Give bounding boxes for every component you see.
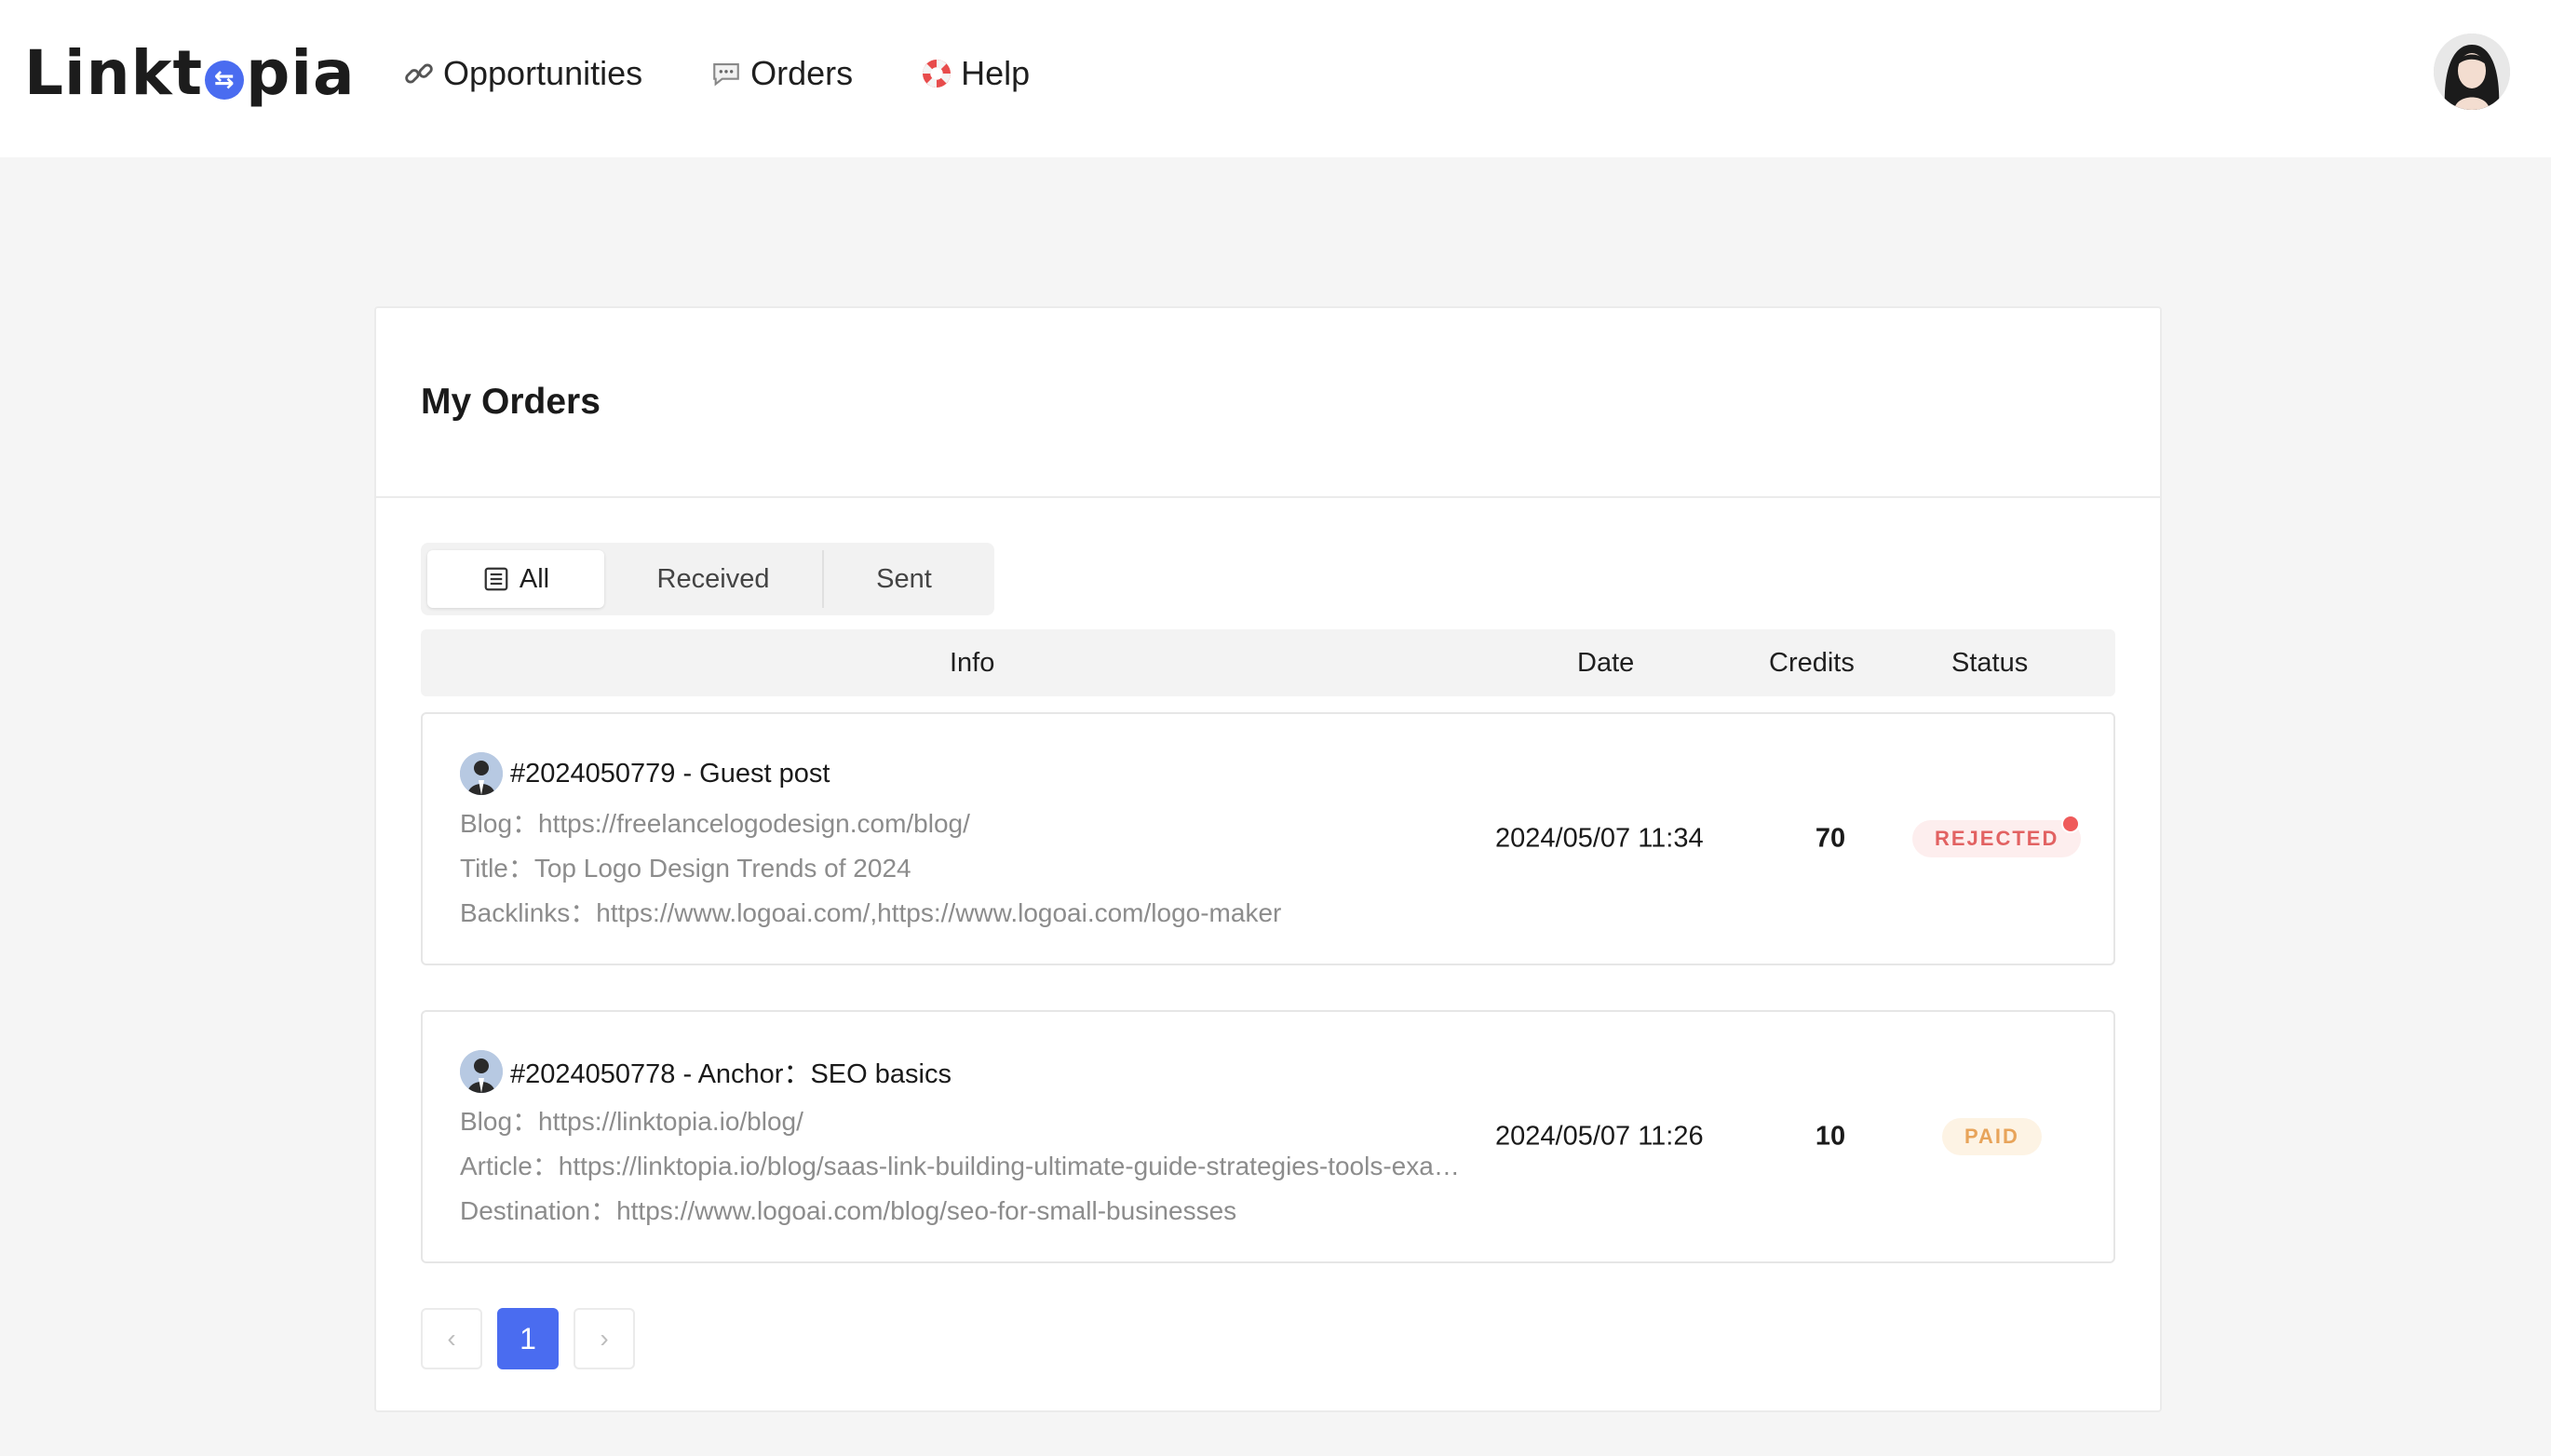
- order-title-line: Title：Top Logo Design Trends of 2024: [460, 854, 911, 883]
- order-blog-line: Blog：https://linktopia.io/blog/: [460, 1107, 803, 1136]
- order-destination-line: Destination：https://www.logoai.com/blog/…: [460, 1196, 1237, 1225]
- list-icon: [482, 565, 510, 593]
- nav-label-help: Help: [961, 54, 1031, 92]
- next-page-button[interactable]: ›: [574, 1308, 635, 1369]
- tab-all-label: All: [519, 563, 550, 594]
- tab-received-label: Received: [656, 563, 770, 594]
- main-nav: Opportunities Orders Help: [400, 47, 1095, 101]
- nav-item-help[interactable]: Help: [918, 47, 1030, 101]
- tab-received[interactable]: Received: [604, 550, 822, 608]
- order-title: #2024050779 - Guest post: [510, 758, 830, 789]
- prev-page-button[interactable]: ‹: [421, 1308, 482, 1369]
- nav-item-orders[interactable]: Orders: [708, 47, 853, 101]
- card-header: My Orders: [376, 308, 2160, 498]
- order-title: #2024050778 - Anchor：SEO basics: [510, 1059, 952, 1089]
- lifebuoy-icon: [918, 55, 955, 92]
- tab-all[interactable]: All: [427, 550, 604, 608]
- speech-bubble-icon: [708, 55, 745, 92]
- column-header-info: Info: [950, 648, 995, 678]
- seller-avatar: [460, 1050, 503, 1093]
- order-row[interactable]: #2024050778 - Anchor：SEO basics Blog：htt…: [421, 1010, 2115, 1263]
- orders-card: My Orders All Received Sent Info Date Cr…: [374, 306, 2162, 1412]
- table-header: Info Date Credits Status: [421, 629, 2115, 696]
- nav-item-opportunities[interactable]: Opportunities: [400, 47, 642, 101]
- order-article-line: Article：https://linktopia.io/blog/saas-l…: [460, 1152, 1465, 1180]
- top-header: Linkt ⇆ pia Opportunities Orders Help: [0, 0, 2551, 157]
- order-headline: #2024050779 - Guest post: [460, 751, 830, 796]
- tab-sent-label: Sent: [876, 563, 932, 594]
- order-date: 2024/05/07 11:34: [1495, 823, 1704, 854]
- nav-label-opportunities: Opportunities: [443, 54, 643, 92]
- order-blog-line: Blog：https://freelancelogodesign.com/blo…: [460, 809, 970, 838]
- column-header-credits: Credits: [1769, 648, 1855, 678]
- logo-swap-icon: ⇆: [205, 61, 245, 100]
- nav-label-orders: Orders: [750, 54, 854, 92]
- seller-avatar: [460, 752, 503, 795]
- logo-text-right: pia: [246, 36, 356, 109]
- status-badge-rejected: REJECTED: [1912, 820, 2082, 857]
- logo-text-left: Linkt: [24, 36, 204, 109]
- user-avatar[interactable]: [2434, 34, 2510, 110]
- order-headline: #2024050778 - Anchor：SEO basics: [460, 1049, 952, 1094]
- linktopia-logo[interactable]: Linkt ⇆ pia: [24, 35, 356, 110]
- order-row[interactable]: #2024050779 - Guest post Blog：https://fr…: [421, 712, 2115, 965]
- unread-dot: [2061, 815, 2080, 833]
- order-date: 2024/05/07 11:26: [1495, 1121, 1704, 1152]
- order-filter-tabs: All Received Sent: [421, 543, 994, 615]
- order-credits: 70: [1815, 823, 1846, 854]
- column-header-status: Status: [1951, 648, 2029, 678]
- column-header-date: Date: [1577, 648, 1635, 678]
- order-credits: 10: [1815, 1121, 1846, 1152]
- page-title: My Orders: [421, 382, 601, 422]
- pagination: ‹ 1 ›: [421, 1308, 635, 1369]
- tab-sent[interactable]: Sent: [824, 550, 984, 608]
- status-badge-paid: PAID: [1942, 1118, 2042, 1155]
- page-1-button[interactable]: 1: [497, 1308, 559, 1369]
- order-backlinks-line: Backlinks：https://www.logoai.com/,https:…: [460, 898, 1282, 927]
- link-icon: [400, 55, 438, 92]
